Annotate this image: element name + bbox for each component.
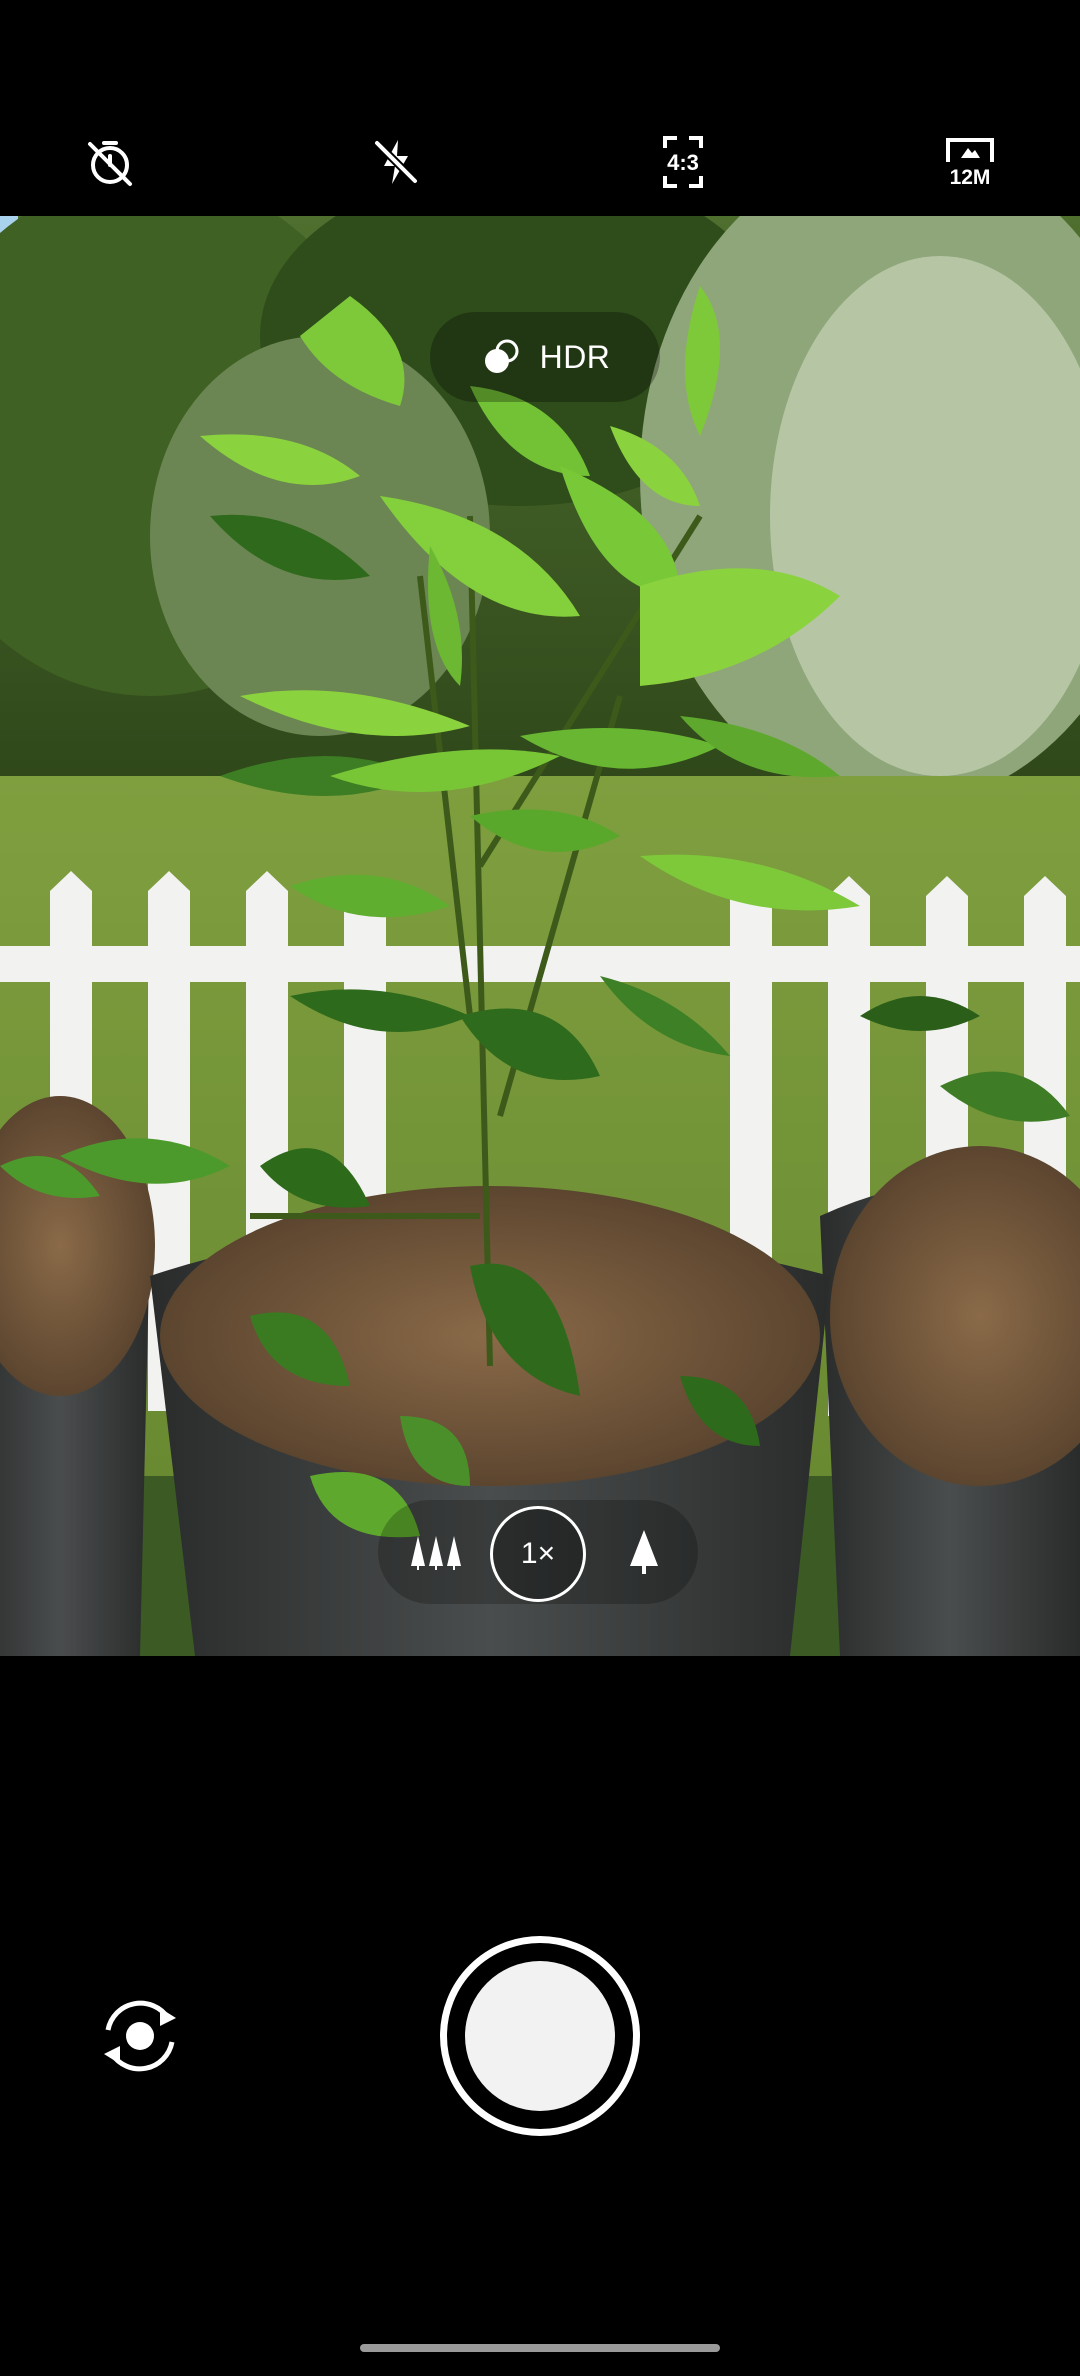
zoom-current-button[interactable]: 1× [490, 1506, 586, 1602]
wide-angle-trees-icon [411, 1536, 461, 1570]
aspect-ratio-button[interactable]: 4:3 [647, 126, 719, 198]
viewfinder-preview-image [0, 216, 1080, 1656]
zoom-wide-button[interactable] [398, 1514, 474, 1590]
shutter-inner-circle [465, 1961, 615, 2111]
switch-camera-icon [104, 2000, 176, 2072]
flash-off-icon [374, 140, 418, 184]
hdr-label: HDR [539, 338, 611, 375]
zoom-tele-button[interactable] [606, 1514, 682, 1590]
shutter-button[interactable] [440, 1936, 640, 2136]
camera-screen: 4:3 12M HDR 1× [0, 0, 1080, 2376]
home-indicator[interactable] [360, 2344, 720, 2352]
resolution-button[interactable]: 12M [934, 126, 1006, 198]
timer-button[interactable] [74, 126, 146, 198]
timer-off-icon [88, 141, 132, 186]
camera-controls [0, 1656, 1080, 2376]
camera-top-bar: 4:3 12M [0, 0, 1080, 216]
aspect-ratio-label: 4:3 [667, 150, 699, 175]
telephoto-tree-icon [630, 1530, 658, 1574]
zoom-level-label: 1× [520, 1537, 556, 1570]
hdr-toggle[interactable]: HDR [430, 312, 660, 402]
aspect-ratio-icon: 4:3 [663, 136, 703, 188]
viewfinder[interactable]: HDR 1× [0, 216, 1080, 1656]
flash-button[interactable] [360, 126, 432, 198]
resolution-icon: 12M [946, 138, 994, 189]
switch-camera-button[interactable] [88, 1984, 192, 2088]
resolution-label: 12M [950, 166, 991, 189]
hdr-toggle-icon [484, 339, 519, 373]
